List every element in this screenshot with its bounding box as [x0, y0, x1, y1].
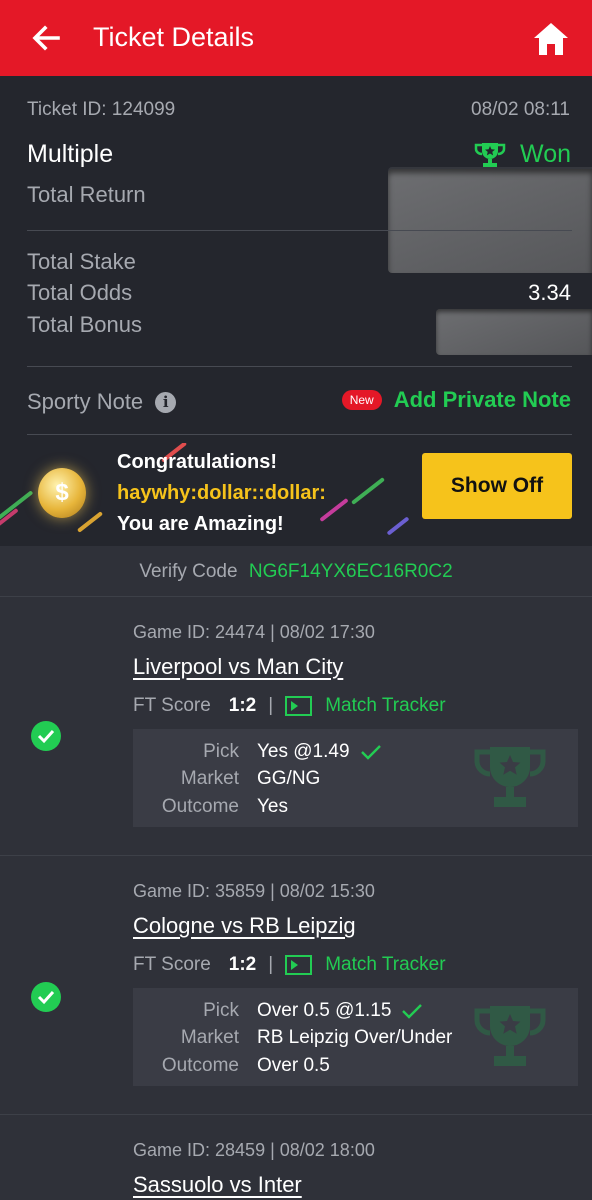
verify-code-bar: Verify Code NG6F14YX6EC16R0C2	[0, 546, 592, 596]
divider	[27, 434, 572, 435]
page-title: Ticket Details	[93, 22, 255, 52]
separator: |	[268, 695, 274, 716]
redacted-value	[388, 169, 592, 273]
redacted-value	[436, 309, 592, 355]
match-link[interactable]: Cologne vs RB Leipzig	[133, 913, 356, 939]
match-tracker-button[interactable]: Match Tracker	[285, 695, 446, 717]
outcome-label: Outcome	[161, 1055, 239, 1076]
separator: |	[268, 954, 274, 975]
ticket-details-screen: Ticket Details Ticket ID: 124099 08/02 0…	[0, 0, 592, 1200]
status-badge: Won	[474, 140, 571, 169]
sporty-note: Sporty Note i	[27, 389, 177, 415]
ft-score-row: FT Score 1:2 | Match Tracker	[133, 695, 446, 717]
match-tracker-icon	[285, 696, 313, 716]
info-icon[interactable]: i	[155, 391, 177, 413]
total-bonus-label: Total Bonus	[27, 312, 142, 337]
pick-label: Pick	[203, 1000, 239, 1021]
app-header: Ticket Details	[0, 0, 592, 76]
arrow-left-icon[interactable]	[28, 20, 64, 56]
total-odds-value: 3.34	[528, 280, 571, 305]
add-private-note-button[interactable]: New Add Private Note	[341, 387, 571, 413]
pick-value-row: Yes @1.49	[257, 741, 382, 763]
sporty-note-label: Sporty Note	[27, 389, 144, 414]
ticket-id: Ticket ID: 124099	[27, 99, 176, 120]
ft-score-label: FT Score	[133, 954, 211, 975]
congrats-username: haywhy:dollar::dollar:	[117, 482, 326, 504]
ft-score-row: FT Score 1:2 | Match Tracker	[133, 954, 446, 976]
trophy-icon	[474, 142, 506, 167]
match-tracker-label: Match Tracker	[325, 695, 446, 716]
ft-score-value: 1:2	[228, 695, 257, 716]
market-value: RB Leipzig Over/Under	[257, 1027, 453, 1048]
pick-details: Pick Over 0.5 @1.15 Market RB Leipzig Ov…	[133, 988, 578, 1086]
outcome-value: Yes	[257, 796, 288, 817]
pick-details: Pick Yes @1.49 Market GG/NG Outcome Yes	[133, 729, 578, 827]
ticket-type: Multiple	[27, 140, 114, 168]
outcome-label: Outcome	[161, 796, 239, 817]
pick-value: Over 0.5 @1.15	[257, 1000, 392, 1021]
pick-value: Yes @1.49	[257, 741, 350, 762]
confetti-decoration	[386, 516, 410, 536]
market-value: GG/NG	[257, 768, 321, 789]
checkmark-icon	[360, 745, 381, 760]
bet-item: Game ID: 35859 | 08/02 15:30 Cologne vs …	[0, 855, 592, 1115]
divider	[27, 366, 572, 367]
confetti-decoration	[76, 511, 104, 533]
congrats-message: You are Amazing!	[117, 513, 284, 535]
trophy-watermark-icon	[474, 747, 546, 807]
checkmark-icon	[402, 1004, 423, 1019]
congrats-title: Congratulations!	[117, 451, 277, 473]
match-tracker-button[interactable]: Match Tracker	[285, 954, 446, 976]
show-off-button[interactable]: Show Off	[422, 453, 572, 519]
market-label: Market	[180, 1027, 239, 1048]
status-text: Won	[520, 140, 571, 168]
confetti-decoration	[351, 477, 385, 505]
congrats-banner: $ Congratulations! haywhy:dollar::dollar…	[0, 443, 592, 546]
total-stake-label: Total Stake	[27, 249, 136, 274]
ticket-date: 08/02 08:11	[471, 99, 570, 120]
check-circle-icon	[31, 721, 61, 751]
match-link[interactable]: Sassuolo vs Inter	[133, 1172, 302, 1198]
market-label: Market	[180, 768, 239, 789]
total-odds-label: Total Odds	[27, 280, 133, 305]
ft-score-value: 1:2	[228, 954, 257, 975]
game-meta: Game ID: 24474 | 08/02 17:30	[133, 622, 375, 642]
bet-item: Game ID: 28459 | 08/02 18:00 Sassuolo vs…	[0, 1114, 592, 1200]
divider	[27, 230, 572, 231]
pick-value-row: Over 0.5 @1.15	[257, 1000, 423, 1022]
game-meta: Game ID: 28459 | 08/02 18:00	[133, 1140, 375, 1160]
ft-score-label: FT Score	[133, 695, 211, 716]
match-link[interactable]: Liverpool vs Man City	[133, 654, 343, 680]
match-tracker-icon	[285, 955, 313, 975]
total-return-label: Total Return	[27, 182, 146, 207]
pick-label: Pick	[203, 741, 239, 762]
ticket-summary: Ticket ID: 124099 08/02 08:11 Multiple W…	[0, 76, 592, 546]
add-private-note-label: Add Private Note	[393, 387, 571, 412]
new-badge: New	[341, 390, 382, 410]
match-tracker-label: Match Tracker	[325, 954, 446, 975]
check-circle-icon	[31, 982, 61, 1012]
verify-code-value[interactable]: NG6F14YX6EC16R0C2	[249, 561, 453, 582]
coin-icon: $	[38, 468, 86, 518]
bet-item: Game ID: 24474 | 08/02 17:30 Liverpool v…	[0, 596, 592, 856]
trophy-watermark-icon	[474, 1006, 546, 1066]
verify-code-label: Verify Code	[139, 561, 238, 582]
home-icon[interactable]	[530, 20, 572, 58]
outcome-value: Over 0.5	[257, 1055, 330, 1076]
game-meta: Game ID: 35859 | 08/02 15:30	[133, 881, 375, 901]
